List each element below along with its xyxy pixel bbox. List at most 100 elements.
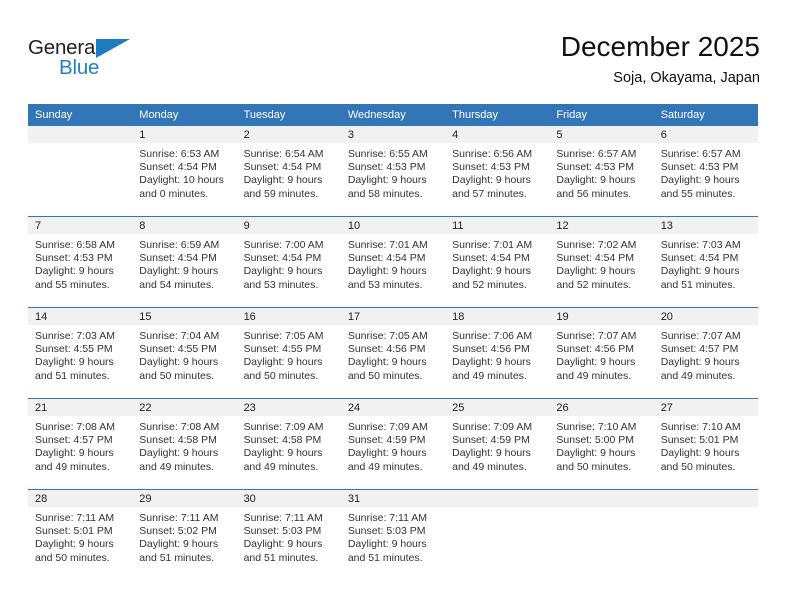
day-details: Sunrise: 7:04 AM Sunset: 4:55 PM Daylight:… (132, 325, 237, 398)
calendar-day-cell[interactable]: 25 Sunrise: 7:09 AM Sunset: 4:59 PM Dayligh… (445, 398, 550, 490)
weekday-header-sunday: Sunday (28, 104, 133, 126)
sunset-text: Sunset: 4:55 PM (139, 343, 217, 356)
calendar-day-cell[interactable]: 30 Sunrise: 7:11 AM Sunset: 5:03 PM Dayligh… (236, 489, 341, 580)
calendar-day-cell[interactable]: 17 Sunrise: 7:05 AM Sunset: 4:56 PM Dayligh… (340, 307, 446, 399)
day-number: 7 (28, 217, 133, 234)
calendar-day-cell[interactable]: 16 Sunrise: 7:05 AM Sunset: 4:55 PM Dayligh… (236, 307, 341, 399)
calendar-day-cell[interactable]: 1 Sunrise: 6:53 AM Sunset: 4:54 PM Daylight… (132, 126, 237, 217)
daylight-text-line1: Daylight: 9 hours (347, 265, 427, 278)
day-details: Sunrise: 7:11 AM Sunset: 5:03 PM Daylight:… (340, 507, 446, 580)
general-blue-logo[interactable]: General Blue (28, 36, 148, 84)
day-number: 30 (236, 490, 341, 507)
sunset-text: Sunset: 4:55 PM (35, 343, 113, 356)
day-number (28, 126, 133, 143)
daylight-text-line1: Daylight: 9 hours (556, 174, 636, 187)
calendar-day-cell[interactable]: 8 Sunrise: 6:59 AM Sunset: 4:54 PM Daylight… (132, 216, 237, 308)
day-number: 3 (340, 126, 446, 143)
sunrise-text: Sunrise: 7:01 AM (347, 239, 428, 251)
daylight-text-line1: Daylight: 9 hours (556, 447, 636, 460)
daylight-text-line1: Daylight: 9 hours (347, 356, 427, 369)
calendar-day-cell[interactable]: 12 Sunrise: 7:02 AM Sunset: 4:54 PM Dayligh… (549, 216, 654, 308)
sunset-text: Sunset: 4:54 PM (660, 252, 739, 265)
calendar-day-cell[interactable]: 26 Sunrise: 7:10 AM Sunset: 5:00 PM Dayligh… (549, 398, 654, 490)
day-details: Sunrise: 7:05 AM Sunset: 4:56 PM Daylight:… (340, 325, 446, 398)
day-details: Sunrise: 7:01 AM Sunset: 4:54 PM Daylight:… (445, 234, 550, 307)
calendar-day-cell[interactable]: 11 Sunrise: 7:01 AM Sunset: 4:54 PM Dayligh… (445, 216, 550, 308)
daylight-text-line2: and 56 minutes. (556, 187, 632, 200)
calendar-day-cell[interactable]: 29 Sunrise: 7:11 AM Sunset: 5:02 PM Dayligh… (132, 489, 237, 580)
calendar-week-row: 14 Sunrise: 7:03 AM Sunset: 4:55 PM Dayligh… (28, 307, 758, 399)
sunrise-text: Sunrise: 7:10 AM (660, 421, 741, 433)
calendar-day-cell[interactable]: 24 Sunrise: 7:09 AM Sunset: 4:59 PM Dayligh… (340, 398, 446, 490)
calendar-day-cell[interactable]: 7 Sunrise: 6:58 AM Sunset: 4:53 PM Daylight… (28, 216, 133, 308)
calendar-day-cell[interactable]: 14 Sunrise: 7:03 AM Sunset: 4:55 PM Dayligh… (28, 307, 133, 399)
day-number: 9 (236, 217, 341, 234)
calendar-day-cell[interactable]: 23 Sunrise: 7:09 AM Sunset: 4:58 PM Dayligh… (236, 398, 341, 490)
calendar-day-cell[interactable]: 5 Sunrise: 6:57 AM Sunset: 4:53 PM Daylight… (549, 126, 654, 217)
calendar-day-cell[interactable]: 4 Sunrise: 6:56 AM Sunset: 4:53 PM Daylight… (445, 126, 550, 217)
daylight-text-line1: Daylight: 9 hours (35, 447, 114, 460)
calendar-day-cell[interactable]: 22 Sunrise: 7:08 AM Sunset: 4:58 PM Dayligh… (132, 398, 237, 490)
calendar-day-cell[interactable]: 27 Sunrise: 7:10 AM Sunset: 5:01 PM Dayligh… (653, 398, 758, 490)
daylight-text-line2: and 0 minutes. (139, 187, 209, 200)
sunset-text: Sunset: 4:58 PM (243, 434, 322, 447)
daylight-text-line2: and 49 minutes. (139, 460, 214, 473)
calendar-day-cell[interactable]: 6 Sunrise: 6:57 AM Sunset: 4:53 PM Daylight… (653, 126, 758, 217)
calendar-day-cell[interactable]: 18 Sunrise: 7:06 AM Sunset: 4:56 PM Dayligh… (445, 307, 550, 399)
daylight-text-line2: and 50 minutes. (243, 369, 319, 382)
day-number: 21 (28, 399, 133, 416)
sunset-text: Sunset: 4:53 PM (35, 252, 113, 265)
calendar-day-cell[interactable]: 3 Sunrise: 6:55 AM Sunset: 4:53 PM Daylight… (340, 126, 446, 217)
day-details (28, 143, 133, 216)
daylight-text-line1: Daylight: 9 hours (35, 265, 114, 278)
calendar-day-cell[interactable]: 15 Sunrise: 7:04 AM Sunset: 4:55 PM Dayligh… (132, 307, 237, 399)
daylight-text-line1: Daylight: 9 hours (347, 447, 427, 460)
daylight-text-line1: Daylight: 9 hours (556, 265, 636, 278)
sunrise-text: Sunrise: 7:08 AM (35, 421, 115, 433)
page-header: General Blue December 2025 Soja, Okayama… (28, 30, 760, 96)
sunset-text: Sunset: 4:54 PM (139, 252, 217, 265)
daylight-text-line2: and 50 minutes. (347, 369, 423, 382)
day-number: 27 (653, 399, 758, 416)
sunset-text: Sunset: 4:56 PM (556, 343, 635, 356)
day-number: 22 (132, 399, 237, 416)
daylight-text-line1: Daylight: 10 hours (139, 174, 224, 187)
calendar-day-cell[interactable]: 2 Sunrise: 6:54 AM Sunset: 4:54 PM Daylight… (236, 126, 341, 217)
day-number: 23 (236, 399, 341, 416)
calendar-day-cell[interactable]: 31 Sunrise: 7:11 AM Sunset: 5:03 PM Dayligh… (340, 489, 446, 580)
sunrise-text: Sunrise: 6:57 AM (660, 148, 741, 160)
daylight-text-line1: Daylight: 9 hours (452, 174, 531, 187)
calendar-day-cell[interactable]: 13 Sunrise: 7:03 AM Sunset: 4:54 PM Dayligh… (653, 216, 758, 308)
calendar-week-row: 21 Sunrise: 7:08 AM Sunset: 4:57 PM Dayligh… (28, 398, 758, 490)
day-number: 12 (549, 217, 654, 234)
calendar-day-cell[interactable]: 20 Sunrise: 7:07 AM Sunset: 4:57 PM Dayligh… (653, 307, 758, 399)
daylight-text-line2: and 55 minutes. (35, 278, 110, 291)
day-details: Sunrise: 7:07 AM Sunset: 4:57 PM Daylight:… (653, 325, 758, 398)
day-number: 24 (340, 399, 446, 416)
calendar-day-cell[interactable]: 28 Sunrise: 7:11 AM Sunset: 5:01 PM Dayligh… (28, 489, 133, 580)
sunset-text: Sunset: 5:01 PM (660, 434, 739, 447)
daylight-text-line1: Daylight: 9 hours (556, 356, 636, 369)
sunset-text: Sunset: 4:53 PM (347, 161, 426, 174)
calendar-day-cell[interactable]: 19 Sunrise: 7:07 AM Sunset: 4:56 PM Dayligh… (549, 307, 654, 399)
daylight-text-line1: Daylight: 9 hours (139, 538, 219, 551)
sunrise-text: Sunrise: 7:01 AM (452, 239, 533, 251)
day-details: Sunrise: 7:11 AM Sunset: 5:01 PM Daylight:… (28, 507, 133, 580)
daylight-text-line2: and 55 minutes. (660, 187, 736, 200)
daylight-text-line1: Daylight: 9 hours (139, 265, 219, 278)
calendar-day-cell[interactable]: 21 Sunrise: 7:08 AM Sunset: 4:57 PM Dayligh… (28, 398, 133, 490)
calendar-day-cell[interactable]: 9 Sunrise: 7:00 AM Sunset: 4:54 PM Daylight… (236, 216, 341, 308)
day-details: Sunrise: 7:02 AM Sunset: 4:54 PM Daylight:… (549, 234, 654, 307)
day-details: Sunrise: 7:00 AM Sunset: 4:54 PM Daylight:… (236, 234, 341, 307)
day-number: 16 (236, 308, 341, 325)
sunset-text: Sunset: 4:56 PM (452, 343, 530, 356)
day-number: 10 (340, 217, 446, 234)
calendar-day-cell[interactable]: 10 Sunrise: 7:01 AM Sunset: 4:54 PM Dayligh… (340, 216, 446, 308)
day-number: 29 (132, 490, 237, 507)
daylight-text-line1: Daylight: 9 hours (660, 447, 740, 460)
sunset-text: Sunset: 5:01 PM (35, 525, 113, 538)
day-details (549, 507, 654, 580)
day-details: Sunrise: 6:57 AM Sunset: 4:53 PM Daylight:… (653, 143, 758, 216)
daylight-text-line1: Daylight: 9 hours (660, 356, 740, 369)
daylight-text-line1: Daylight: 9 hours (347, 538, 427, 551)
